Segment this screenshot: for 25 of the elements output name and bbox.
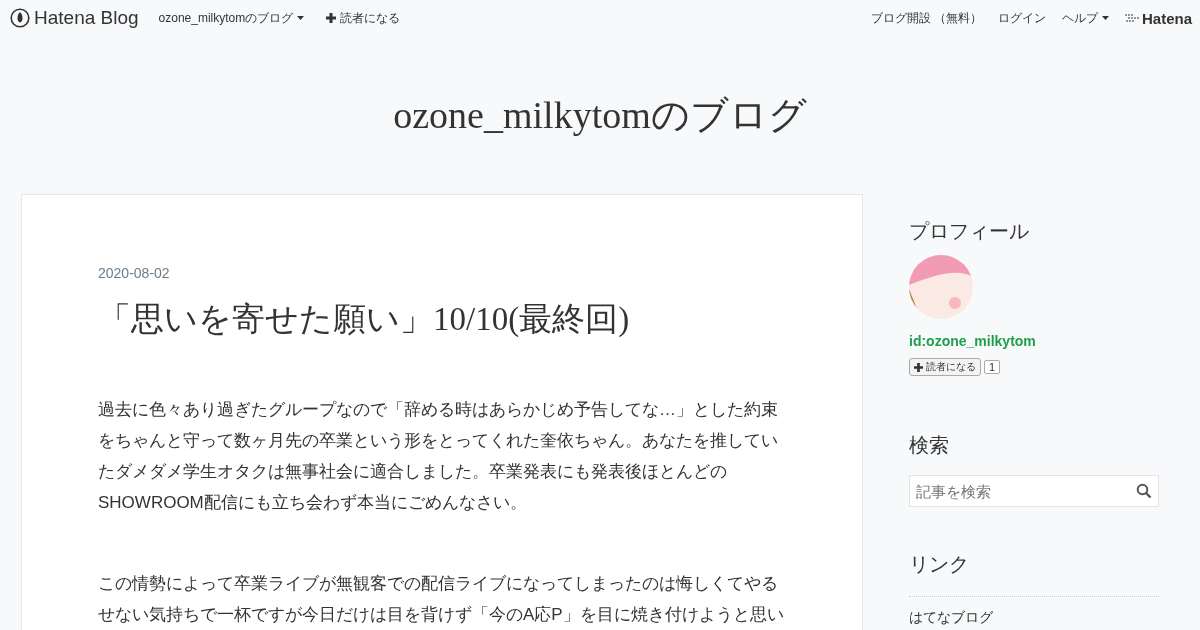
article-paragraph: 過去に色々あり過ぎたグループなので「辞める時はあらかじめ予告してな…」とした約束をちゃんと守って数ヶ月先の卒業という形をとってくれた奎依ちゃん。あなたを推していたダメダメ学生オタクは無事社会に適合しました。卒業発表にも発表後ほとんどのSHOWROOM配信にも立ち会わず本当にごめんなさい。	[98, 399, 779, 514]
section-heading: 検索	[909, 433, 950, 458]
logo-icon	[10, 8, 30, 28]
article-title[interactable]: 「思いを寄せた願い」10/10(最終回)	[98, 297, 862, 342]
search-field[interactable]: 記事を検索	[909, 475, 1159, 507]
nav-dropdown[interactable]: ヘルプ	[1061, 9, 1109, 27]
subscriber-count: 1	[984, 360, 1001, 374]
subscribe-button[interactable]: 読者になる	[909, 358, 981, 376]
nav-link[interactable]: ログイン	[997, 9, 1046, 27]
section-heading: リンク	[909, 552, 970, 577]
article-paragraph: この情勢によって卒業ライブが無観客での配信ライブになってしまったのは悔しくてやるせない気持ちで一杯ですが今日だけは目を背けず「今のA応P」を目に焼き付けようと思い	[98, 573, 785, 626]
caret-icon	[297, 16, 305, 20]
subscribe-link[interactable]: 読者になる	[326, 9, 401, 27]
plus-icon	[326, 13, 337, 23]
blog-title[interactable]: ozone_milkytomのブログ	[0, 36, 1200, 146]
plus-icon	[914, 362, 923, 372]
nav-link[interactable]: ブログ開設 （無料）	[870, 9, 982, 27]
search-icon[interactable]	[1136, 483, 1152, 499]
nav-dropdown[interactable]: ozone_milkytomのブログ	[158, 9, 305, 27]
site-logo[interactable]: Hatena Blog	[10, 7, 139, 29]
caret-icon	[1101, 16, 1109, 20]
sidebar-link[interactable]: はてなブログ	[909, 597, 1159, 630]
article-date[interactable]: 2020-08-02	[98, 265, 862, 281]
section-heading: プロフィール	[909, 219, 1030, 244]
hatena-logo[interactable]: Hatena	[1124, 9, 1192, 27]
